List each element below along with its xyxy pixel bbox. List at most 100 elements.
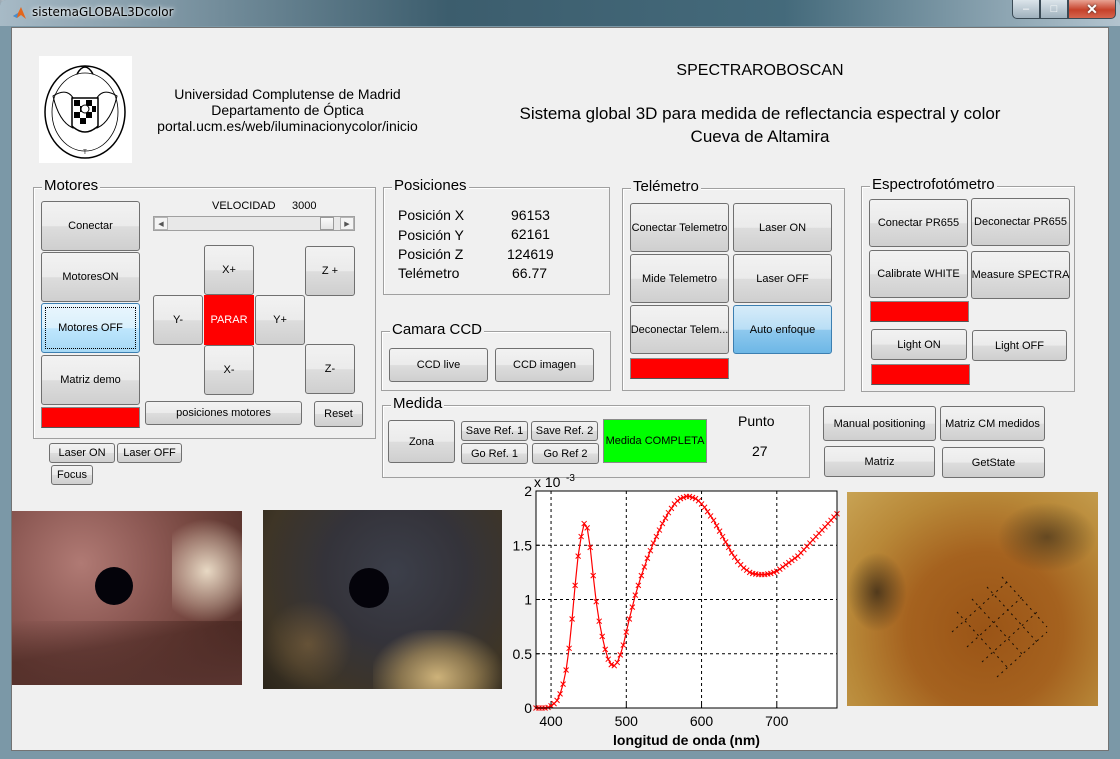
calibrate-status-indicator bbox=[870, 301, 969, 322]
svg-text:T: T bbox=[83, 150, 87, 156]
calibrate-white-button[interactable]: Calibrate WHITE bbox=[869, 250, 968, 298]
motores-status-indicator bbox=[41, 407, 140, 428]
posiciones-motores-button[interactable]: posiciones motores bbox=[145, 401, 302, 425]
light-off-button[interactable]: Light OFF bbox=[972, 330, 1067, 361]
measurement-spot bbox=[95, 567, 133, 605]
y-tick-label: 0.5 bbox=[513, 646, 533, 662]
conectar-motores-button[interactable]: Conectar bbox=[41, 201, 140, 251]
medida-status-indicator: Medida COMPLETA bbox=[603, 419, 707, 463]
close-button[interactable]: ✕ bbox=[1068, 0, 1116, 19]
rock-edge bbox=[12, 621, 242, 685]
ccd-imagen-button[interactable]: CCD imagen bbox=[495, 348, 594, 382]
institution-info: Universidad Complutense de Madrid Depart… bbox=[140, 86, 435, 134]
save-ref2-button[interactable]: Save Ref. 2 bbox=[531, 421, 598, 441]
subtitle-line-1: Sistema global 3D para medida de reflect… bbox=[519, 104, 1001, 123]
z-plus-button[interactable]: Z + bbox=[305, 246, 355, 296]
y-tick-label: 1 bbox=[524, 592, 532, 608]
telemetro-title: Telémetro bbox=[631, 178, 701, 196]
getstate-button[interactable]: GetState bbox=[942, 447, 1045, 478]
motores-title: Motores bbox=[42, 177, 101, 195]
slider-left-arrow-icon[interactable]: ◀ bbox=[154, 217, 168, 230]
desconectar-telemetro-button[interactable]: Deconectar Telem... bbox=[630, 305, 729, 354]
save-ref1-button[interactable]: Save Ref. 1 bbox=[461, 421, 528, 441]
motores-off-button[interactable]: Motores OFF bbox=[41, 303, 140, 353]
matlab-icon bbox=[13, 7, 26, 19]
telemetro-status-indicator bbox=[630, 358, 729, 379]
manual-positioning-button[interactable]: Manual positioning bbox=[823, 406, 936, 441]
desconectar-pr655-button[interactable]: Deconectar PR655 bbox=[971, 198, 1070, 246]
telemetro-label: Telémetro bbox=[398, 265, 460, 281]
velocidad-value: 3000 bbox=[292, 200, 317, 212]
motores-on-button[interactable]: MotoresON bbox=[41, 252, 140, 302]
ccd-live-button[interactable]: CCD live bbox=[389, 348, 488, 382]
go-ref2-button[interactable]: Go Ref 2 bbox=[532, 443, 599, 464]
y-multiplier-label: x 10 bbox=[534, 474, 561, 490]
camara-ccd-title: Camara CCD bbox=[390, 321, 485, 339]
laser-on-button[interactable]: Laser ON bbox=[49, 443, 115, 463]
mineral-highlight bbox=[373, 630, 502, 689]
subtitle-line-2: Cueva de Altamira bbox=[690, 127, 830, 146]
mide-telemetro-button[interactable]: Mide Telemetro bbox=[630, 254, 729, 303]
measure-spectra-button[interactable]: Measure SPECTRA bbox=[971, 251, 1070, 299]
parar-button[interactable]: PARAR bbox=[204, 295, 254, 345]
ccd-captured-image bbox=[263, 510, 502, 689]
reflectance-chart: 400 500 600 700 0 0.5 1 1.5 2 longitud de onda (n… bbox=[513, 473, 840, 748]
app-name: SPECTRAROBOSCAN bbox=[676, 62, 844, 79]
maximize-button[interactable]: □ bbox=[1040, 0, 1068, 19]
x-plus-button[interactable]: X+ bbox=[204, 245, 254, 295]
posicion-x-value: 96153 bbox=[511, 207, 550, 223]
slider-right-arrow-icon[interactable]: ▶ bbox=[340, 217, 354, 230]
measurement-spot bbox=[349, 568, 389, 608]
maximize-icon: □ bbox=[1050, 3, 1058, 15]
laser-off-button[interactable]: Laser OFF bbox=[117, 443, 182, 463]
x-tick-label: 400 bbox=[539, 713, 563, 729]
conectar-pr655-button[interactable]: Conectar PR655 bbox=[869, 199, 968, 247]
focus-button[interactable]: Focus bbox=[51, 465, 93, 485]
reset-button[interactable]: Reset bbox=[314, 401, 363, 427]
posicion-x-label: Posición X bbox=[398, 207, 465, 223]
posicion-y-value: 62161 bbox=[511, 226, 550, 242]
institution-url: portal.ucm.es/web/iluminacionycolor/inic… bbox=[157, 118, 418, 134]
zona-button[interactable]: Zona bbox=[388, 420, 455, 463]
minimize-button[interactable]: – bbox=[1012, 0, 1040, 19]
light-on-button[interactable]: Light ON bbox=[871, 329, 967, 360]
z-minus-button[interactable]: Z- bbox=[305, 344, 355, 394]
ccd-live-image bbox=[12, 511, 242, 685]
telemetro-laser-off-button[interactable]: Laser OFF bbox=[733, 254, 832, 303]
x-minus-button[interactable]: X- bbox=[204, 345, 254, 395]
mineral-highlight-2 bbox=[263, 600, 353, 689]
conectar-telemetro-button[interactable]: Conectar Telemetro bbox=[630, 203, 729, 252]
department-name: Departamento de Óptica bbox=[211, 102, 364, 118]
ucm-logo: T bbox=[39, 56, 132, 163]
institution-name: Universidad Complutense de Madrid bbox=[174, 86, 401, 102]
go-ref1-button[interactable]: Go Ref. 1 bbox=[461, 443, 528, 464]
slider-thumb[interactable] bbox=[320, 217, 334, 230]
measurement-grid-overlay bbox=[951, 576, 1048, 678]
velocidad-label: VELOCIDAD bbox=[212, 200, 276, 212]
altamira-overview-image bbox=[847, 492, 1098, 706]
punto-label: Punto bbox=[738, 413, 775, 429]
window-title: sistemaGLOBAL3Dcolor bbox=[32, 5, 174, 19]
x-tick-label: 500 bbox=[615, 713, 639, 729]
espectrofotometro-title: Espectrofotómetro bbox=[870, 176, 997, 194]
auto-enfoque-button[interactable]: Auto enfoque bbox=[733, 305, 832, 354]
velocidad-slider[interactable]: ◀ ▶ bbox=[153, 216, 355, 231]
light-status-indicator bbox=[871, 364, 970, 385]
posiciones-title: Posiciones bbox=[392, 177, 469, 195]
y-tick-label: 1.5 bbox=[513, 537, 533, 553]
matriz-cm-medidos-button[interactable]: Matriz CM medidos bbox=[940, 406, 1045, 441]
close-icon: ✕ bbox=[1086, 0, 1098, 17]
matriz-demo-button[interactable]: Matriz demo bbox=[41, 355, 140, 405]
y-tick-label: 0 bbox=[524, 700, 532, 716]
posicion-z-label: Posición Z bbox=[398, 246, 464, 262]
app-subtitle: Sistema global 3D para medida de reflect… bbox=[470, 102, 1050, 148]
y-minus-button[interactable]: Y- bbox=[153, 295, 203, 345]
punto-value: 27 bbox=[752, 443, 768, 459]
x-axis-label: longitud de onda (nm) bbox=[613, 732, 760, 748]
title-bar[interactable]: sistemaGLOBAL3Dcolor – □ ✕ bbox=[0, 0, 1120, 26]
minimize-icon: – bbox=[1022, 3, 1030, 15]
y-multiplier-exponent: -3 bbox=[566, 473, 575, 484]
y-plus-button[interactable]: Y+ bbox=[255, 295, 305, 345]
telemetro-laser-on-button[interactable]: Laser ON bbox=[733, 203, 832, 252]
telemetro-value: 66.77 bbox=[512, 265, 548, 281]
